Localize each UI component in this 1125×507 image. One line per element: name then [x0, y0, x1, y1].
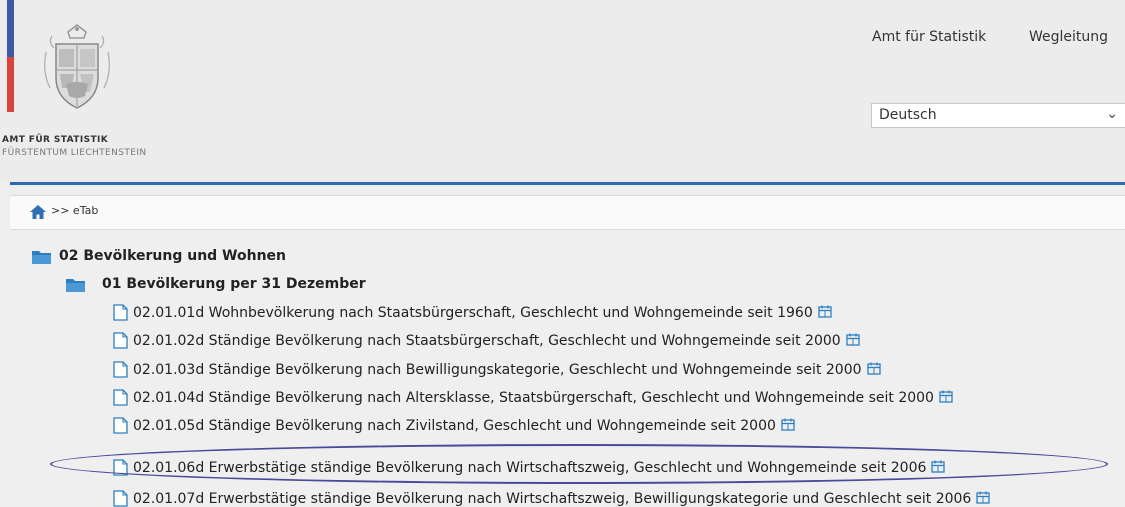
- site-header: AMT FÜR STATISTIK FÜRSTENTUM LIECHTENSTE…: [0, 0, 1125, 182]
- breadcrumb: >> eTab: [10, 195, 1125, 230]
- document-icon: [113, 304, 128, 321]
- breadcrumb-path[interactable]: >> eTab: [51, 204, 98, 217]
- header-divider: [10, 182, 1125, 185]
- document-icon: [113, 332, 128, 349]
- home-icon[interactable]: [30, 205, 46, 219]
- document-icon: [113, 361, 128, 378]
- link-amt-fuer-statistik[interactable]: Amt für Statistik: [872, 29, 986, 45]
- tree-item-label[interactable]: 02.01.03d Ständige Bevölkerung nach Bewi…: [133, 362, 881, 378]
- document-icon: [113, 389, 128, 406]
- language-select-value: Deutsch: [879, 107, 937, 123]
- calendar-icon[interactable]: [939, 390, 953, 403]
- tree-item-label[interactable]: 02.01.01d Wohnbevölkerung nach Staatsbür…: [133, 305, 832, 321]
- tree-item-label[interactable]: 02.01.02d Ständige Bevölkerung nach Staa…: [133, 333, 860, 349]
- tree-item-label[interactable]: 02.01.05d Ständige Bevölkerung nach Zivi…: [133, 418, 795, 434]
- flag-stripe-red: [7, 57, 14, 112]
- document-icon: [113, 459, 128, 476]
- calendar-icon[interactable]: [818, 305, 832, 318]
- flag-stripe-blue: [7, 0, 14, 57]
- org-name: AMT FÜR STATISTIK: [2, 135, 109, 145]
- calendar-icon[interactable]: [976, 491, 990, 504]
- tree-subcategory-01[interactable]: 01 Bevölkerung per 31 Dezember: [102, 276, 366, 292]
- document-icon: [113, 417, 128, 434]
- link-wegleitung[interactable]: Wegleitung: [1029, 29, 1108, 45]
- tree-item-label[interactable]: 02.01.06d Erwerbstätige ständige Bevölke…: [133, 460, 946, 476]
- calendar-icon[interactable]: [846, 333, 860, 346]
- chevron-down-icon: ⌄: [1106, 106, 1118, 122]
- document-icon: [113, 490, 128, 507]
- calendar-icon[interactable]: [931, 460, 946, 473]
- folder-icon: [32, 251, 51, 264]
- tree-category-02[interactable]: 02 Bevölkerung und Wohnen: [59, 248, 286, 264]
- coat-of-arms-logo: [43, 24, 111, 109]
- tree-item-label[interactable]: 02.01.04d Ständige Bevölkerung nach Alte…: [133, 390, 953, 406]
- folder-icon: [66, 279, 85, 292]
- calendar-icon[interactable]: [866, 362, 881, 375]
- language-select[interactable]: Deutsch ⌄: [871, 103, 1125, 128]
- tree-item-label[interactable]: 02.01.07d Erwerbstätige ständige Bevölke…: [133, 491, 990, 507]
- calendar-icon[interactable]: [781, 418, 795, 431]
- org-subtitle: FÜRSTENTUM LIECHTENSTEIN: [2, 148, 147, 158]
